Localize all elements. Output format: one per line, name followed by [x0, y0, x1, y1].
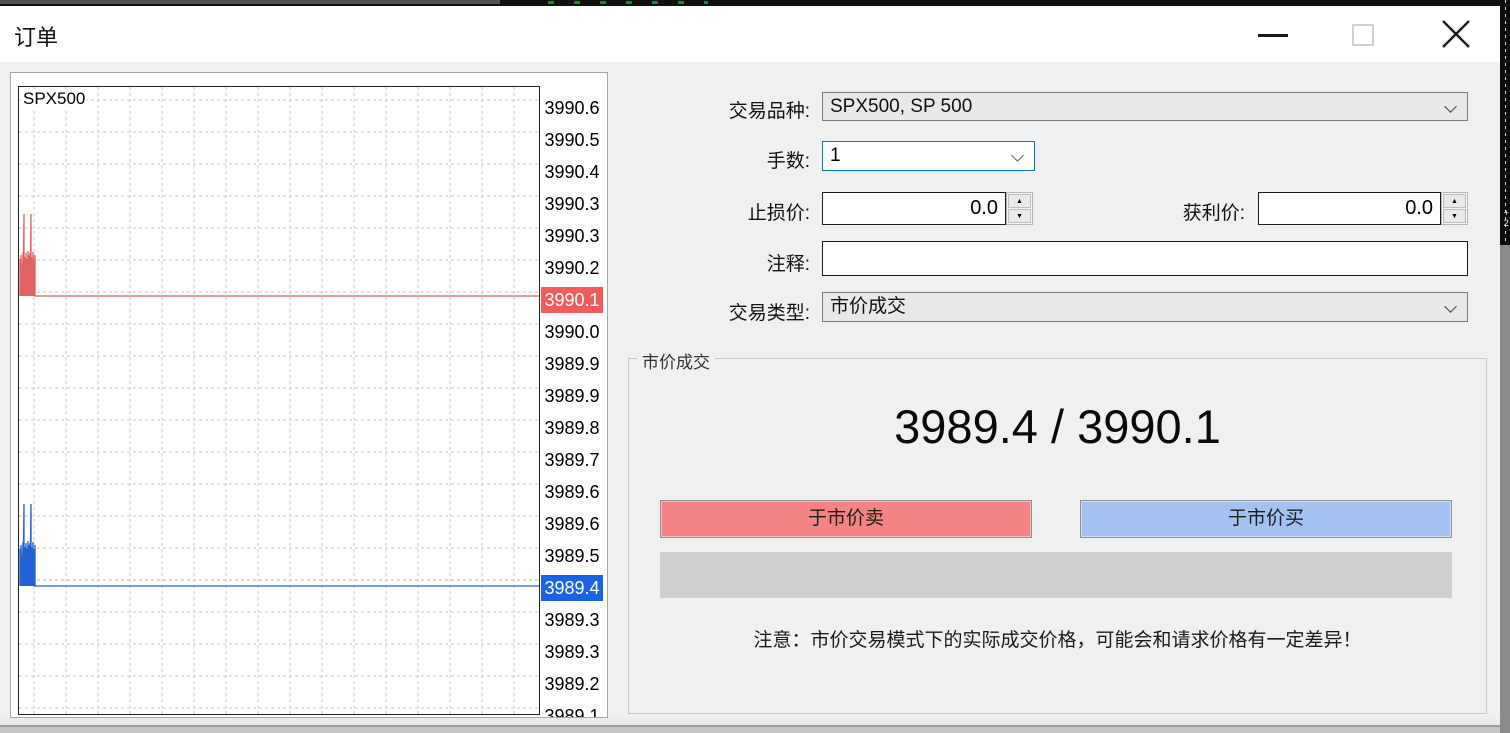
- order-type-dropdown[interactable]: 市价成交: [822, 292, 1468, 322]
- background-app-toolbar-sliver: [0, 0, 500, 4]
- price-scale-label: 3989.2: [541, 671, 603, 697]
- order-type-dropdown-value: 市价成交: [830, 296, 906, 317]
- comment-label: 注释:: [600, 249, 810, 276]
- price-scale-label: 3990.3: [541, 223, 603, 249]
- volume-label: 手数:: [600, 146, 810, 173]
- price-scale-label: 3989.6: [541, 511, 603, 537]
- stop-loss-field[interactable]: [822, 192, 1006, 225]
- buy-by-market-button[interactable]: 于市价买: [1080, 500, 1452, 538]
- price-scale-label: 3990.3: [541, 191, 603, 217]
- price-scale-label: 3990.4: [541, 159, 603, 185]
- dialog-titlebar: 订单: [0, 6, 1500, 62]
- price-scale-label: 3990.6: [541, 95, 603, 121]
- tick-chart-panel: SPX500 3990.6 3990.5 3990.4 3990.3 3990.3 399…: [10, 72, 608, 718]
- comment-input[interactable]: [823, 242, 1467, 275]
- dialog-title: 订单: [14, 20, 58, 52]
- take-profit-spinner: ▲ ▼: [1441, 192, 1468, 225]
- tick-chart-canvas: [19, 87, 539, 714]
- sell-by-market-button[interactable]: 于市价卖: [660, 500, 1032, 538]
- stop-loss-label: 止损价:: [600, 198, 810, 225]
- price-scale-label: 3989.3: [541, 639, 603, 665]
- chevron-down-icon: [1444, 300, 1457, 313]
- minimize-button[interactable]: [1258, 34, 1288, 37]
- maximize-button[interactable]: [1352, 24, 1374, 46]
- ask-price-label: 3990.1: [541, 287, 603, 313]
- volume-input[interactable]: [823, 142, 1034, 170]
- order-type-label: 交易类型:: [600, 298, 810, 325]
- price-scale-label: 3989.7: [541, 447, 603, 473]
- symbol-dropdown-value: SPX500, SP 500: [830, 96, 972, 117]
- comment-field[interactable]: [822, 241, 1468, 276]
- bid-price-label: 3989.4: [541, 575, 603, 601]
- price-scale-label: 3990.5: [541, 127, 603, 153]
- spinner-down-button[interactable]: ▼: [1443, 209, 1466, 223]
- background-app-bottom-strip: [0, 718, 1500, 733]
- price-scale-label: 3989.8: [541, 415, 603, 441]
- take-profit-label: 获利价:: [1035, 198, 1245, 225]
- volume-combobox[interactable]: [822, 141, 1035, 171]
- background-app-right-strip: +2: [1500, 0, 1510, 733]
- chevron-down-icon: [1444, 100, 1457, 113]
- close-button[interactable]: [1438, 16, 1474, 52]
- take-profit-input[interactable]: [1259, 193, 1440, 224]
- spinner-down-button[interactable]: ▼: [1008, 209, 1031, 223]
- price-scale-label: 3990.2: [541, 255, 603, 281]
- price-scale-label: 3989.9: [541, 383, 603, 409]
- price-scale-label: 3989.5: [541, 543, 603, 569]
- spinner-up-button[interactable]: ▲: [1008, 194, 1031, 208]
- group-title: 市价成交: [637, 348, 715, 373]
- price-scale-label: 3990.0: [541, 319, 603, 345]
- market-execution-group: 市价成交 3989.4 / 3990.1 于市价卖 于市价买 注意：市价交易模式…: [628, 358, 1487, 714]
- take-profit-field[interactable]: [1258, 192, 1441, 225]
- stop-loss-spinner: ▲ ▼: [1006, 192, 1033, 225]
- chart-gridlines: [19, 87, 539, 714]
- tick-chart-plot: SPX500: [18, 86, 540, 715]
- execution-progress-bar: [660, 552, 1452, 598]
- price-scale-label: 3989.3: [541, 607, 603, 633]
- background-chart-sliver: [548, 1, 708, 4]
- bid-ask-quote: 3989.4 / 3990.1: [629, 399, 1486, 454]
- price-scale-label: 3989.6: [541, 479, 603, 505]
- execution-note: 注意：市价交易模式下的实际成交价格，可能会和请求价格有一定差异！: [629, 625, 1486, 652]
- chart-symbol-label: SPX500: [21, 89, 87, 109]
- symbol-dropdown[interactable]: SPX500, SP 500: [822, 92, 1468, 121]
- price-scale-label: 3989.9: [541, 351, 603, 377]
- background-axis-glyphs: +2: [1504, 208, 1509, 228]
- price-scale-label: 3989.1: [541, 703, 603, 718]
- spinner-up-button[interactable]: ▲: [1443, 194, 1466, 208]
- order-dialog: 订单 SPX500 3990.6 3990.5 3990.4 3990.3 3990.3…: [0, 6, 1500, 718]
- symbol-label: 交易品种:: [600, 96, 810, 123]
- stop-loss-input[interactable]: [823, 193, 1005, 224]
